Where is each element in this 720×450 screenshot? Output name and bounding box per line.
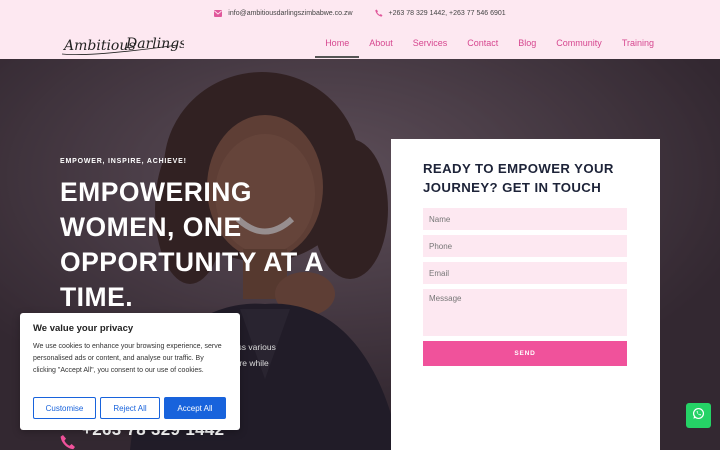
name-input[interactable] <box>423 208 627 230</box>
envelope-icon <box>214 9 223 17</box>
contact-form-title: READY TO EMPOWER YOUR JOURNEY? GET IN TO… <box>423 161 614 195</box>
main-navigation: Ambitious Darlings Home About Services C… <box>0 26 720 59</box>
whatsapp-icon <box>692 407 705 425</box>
hero-subtext-line-2: here while <box>230 358 269 368</box>
message-textarea[interactable] <box>423 289 627 336</box>
nav-menu: Home About Services Contact Blog Communi… <box>315 26 654 59</box>
hero-subtext-line-1: ross various <box>230 342 276 352</box>
topbar-phone[interactable]: +263 78 329 1442, +263 77 546 6901 <box>374 9 506 17</box>
nav-item-blog[interactable]: Blog <box>518 34 536 52</box>
hero-subtext: ross various here while <box>230 339 330 371</box>
email-input[interactable] <box>423 262 627 284</box>
topbar-email-text[interactable]: info@ambitiousdarlingszimbabwe.co.zw <box>228 10 352 17</box>
cookie-title: We value your privacy <box>33 323 134 334</box>
cookie-consent-banner: We value your privacy We use cookies to … <box>20 313 240 430</box>
phone-icon <box>60 434 76 450</box>
nav-item-about[interactable]: About <box>369 34 393 52</box>
contact-form-card: READY TO EMPOWER YOUR JOURNEY? GET IN TO… <box>391 139 660 450</box>
nav-item-home[interactable]: Home <box>315 34 360 58</box>
cookie-text: We use cookies to enhance your browsing … <box>33 343 222 374</box>
top-contact-bar: info@ambitiousdarlingszimbabwe.co.zw +26… <box>0 0 720 26</box>
accept-all-button[interactable]: Accept All <box>164 397 226 419</box>
reject-all-button[interactable]: Reject All <box>100 397 160 419</box>
nav-item-contact[interactable]: Contact <box>467 34 498 52</box>
topbar-email[interactable]: info@ambitiousdarlingszimbabwe.co.zw <box>214 9 353 17</box>
svg-text:Ambitious: Ambitious <box>62 38 136 54</box>
send-button[interactable]: SEND <box>423 341 627 366</box>
phone-icon <box>374 9 383 17</box>
hero-headline: EMPOWERING WOMEN, ONE OPPORTUNITY AT A T… <box>60 177 324 312</box>
customise-button[interactable]: Customise <box>33 397 96 419</box>
svg-text:Darlings: Darlings <box>125 36 184 52</box>
site-logo[interactable]: Ambitious Darlings <box>60 28 184 58</box>
nav-item-community[interactable]: Community <box>556 34 602 52</box>
phone-input[interactable] <box>423 235 627 257</box>
hero-tagline: EMPOWER, INSPIRE, ACHIEVE! <box>60 158 187 165</box>
nav-item-services[interactable]: Services <box>413 34 448 52</box>
topbar-phone-text[interactable]: +263 78 329 1442, +263 77 546 6901 <box>389 10 506 17</box>
whatsapp-button[interactable] <box>686 403 711 428</box>
nav-item-training[interactable]: Training <box>622 34 654 52</box>
cookie-buttons: Customise Reject All Accept All <box>33 397 226 419</box>
